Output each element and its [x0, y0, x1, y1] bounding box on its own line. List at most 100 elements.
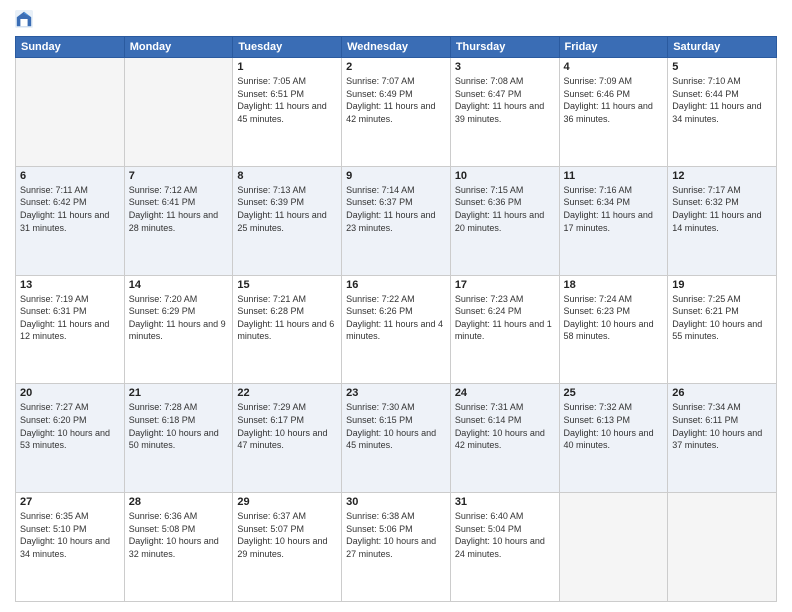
- day-number: 14: [129, 279, 229, 291]
- day-number: 11: [564, 170, 664, 182]
- day-detail: Sunrise: 7:29 AMSunset: 6:17 PMDaylight:…: [237, 401, 337, 451]
- calendar-week-row: 20 Sunrise: 7:27 AMSunset: 6:20 PMDayligh…: [16, 384, 777, 493]
- calendar-day-cell: 31 Sunrise: 6:40 AMSunset: 5:04 PMDayligh…: [450, 493, 559, 602]
- logo: [15, 10, 37, 28]
- day-number: 24: [455, 387, 555, 399]
- day-detail: Sunrise: 7:13 AMSunset: 6:39 PMDaylight:…: [237, 184, 337, 234]
- calendar-day-cell: 1Sunrise: 7:05 AMSunset: 6:51 PMDaylight…: [233, 58, 342, 167]
- day-number: 3: [455, 61, 555, 73]
- day-number: 30: [346, 496, 446, 508]
- day-detail: Sunrise: 7:12 AMSunset: 6:41 PMDaylight:…: [129, 184, 229, 234]
- calendar-day-cell: 24 Sunrise: 7:31 AMSunset: 6:14 PMDayligh…: [450, 384, 559, 493]
- day-number: 22: [237, 387, 337, 399]
- day-detail: Sunrise: 7:08 AMSunset: 6:47 PMDaylight:…: [455, 75, 555, 125]
- calendar-day-header: Tuesday: [233, 37, 342, 58]
- calendar-day-cell: 7 Sunrise: 7:12 AMSunset: 6:41 PMDaylight…: [124, 166, 233, 275]
- calendar-day-cell: 16 Sunrise: 7:22 AMSunset: 6:26 PMDayligh…: [342, 275, 451, 384]
- calendar-week-row: 13 Sunrise: 7:19 AMSunset: 6:31 PMDayligh…: [16, 275, 777, 384]
- day-detail: Sunrise: 7:32 AMSunset: 6:13 PMDaylight:…: [564, 401, 664, 451]
- calendar-day-cell: 9 Sunrise: 7:14 AMSunset: 6:37 PMDaylight…: [342, 166, 451, 275]
- day-number: 29: [237, 496, 337, 508]
- calendar-day-cell: 8Sunrise: 7:13 AMSunset: 6:39 PMDaylight…: [233, 166, 342, 275]
- day-number: 2: [346, 61, 446, 73]
- day-number: 19: [672, 279, 772, 291]
- day-detail: Sunrise: 7:22 AMSunset: 6:26 PMDaylight:…: [346, 293, 446, 343]
- day-number: 28: [129, 496, 229, 508]
- calendar-week-row: 27 Sunrise: 6:35 AMSunset: 5:10 PMDayligh…: [16, 493, 777, 602]
- calendar-day-cell: 20 Sunrise: 7:27 AMSunset: 6:20 PMDayligh…: [16, 384, 125, 493]
- day-number: 26: [672, 387, 772, 399]
- calendar-day-cell: 25Sunrise: 7:32 AMSunset: 6:13 PMDayligh…: [559, 384, 668, 493]
- day-detail: Sunrise: 7:10 AMSunset: 6:44 PMDaylight:…: [672, 75, 772, 125]
- day-detail: Sunrise: 7:11 AMSunset: 6:42 PMDaylight:…: [20, 184, 120, 234]
- calendar-day-cell: 5 Sunrise: 7:10 AMSunset: 6:44 PMDaylight…: [668, 58, 777, 167]
- day-detail: Sunrise: 6:38 AMSunset: 5:06 PMDaylight:…: [346, 510, 446, 560]
- day-detail: Sunrise: 7:19 AMSunset: 6:31 PMDaylight:…: [20, 293, 120, 343]
- day-number: 9: [346, 170, 446, 182]
- calendar-day-cell: 30 Sunrise: 6:38 AMSunset: 5:06 PMDayligh…: [342, 493, 451, 602]
- calendar-day-cell: [16, 58, 125, 167]
- calendar-day-cell: [559, 493, 668, 602]
- calendar-week-row: 6 Sunrise: 7:11 AMSunset: 6:42 PMDaylight…: [16, 166, 777, 275]
- day-detail: Sunrise: 6:40 AMSunset: 5:04 PMDaylight:…: [455, 510, 555, 560]
- day-detail: Sunrise: 6:36 AMSunset: 5:08 PMDaylight:…: [129, 510, 229, 560]
- day-number: 12: [672, 170, 772, 182]
- calendar-day-cell: 6 Sunrise: 7:11 AMSunset: 6:42 PMDaylight…: [16, 166, 125, 275]
- calendar-day-header: Thursday: [450, 37, 559, 58]
- day-number: 10: [455, 170, 555, 182]
- day-detail: Sunrise: 7:16 AMSunset: 6:34 PMDaylight:…: [564, 184, 664, 234]
- day-detail: Sunrise: 7:14 AMSunset: 6:37 PMDaylight:…: [346, 184, 446, 234]
- day-detail: Sunrise: 7:15 AMSunset: 6:36 PMDaylight:…: [455, 184, 555, 234]
- calendar-day-cell: 11 Sunrise: 7:16 AMSunset: 6:34 PMDayligh…: [559, 166, 668, 275]
- calendar-day-cell: 10 Sunrise: 7:15 AMSunset: 6:36 PMDayligh…: [450, 166, 559, 275]
- day-number: 4: [564, 61, 664, 73]
- day-number: 15: [237, 279, 337, 291]
- day-detail: Sunrise: 7:31 AMSunset: 6:14 PMDaylight:…: [455, 401, 555, 451]
- day-number: 6: [20, 170, 120, 182]
- day-detail: Sunrise: 7:34 AMSunset: 6:11 PMDaylight:…: [672, 401, 772, 451]
- day-detail: Sunrise: 7:28 AMSunset: 6:18 PMDaylight:…: [129, 401, 229, 451]
- calendar-day-cell: 3 Sunrise: 7:08 AMSunset: 6:47 PMDaylight…: [450, 58, 559, 167]
- day-detail: Sunrise: 7:09 AMSunset: 6:46 PMDaylight:…: [564, 75, 664, 125]
- calendar-day-cell: 18 Sunrise: 7:24 AMSunset: 6:23 PMDayligh…: [559, 275, 668, 384]
- day-number: 18: [564, 279, 664, 291]
- calendar-day-cell: 12 Sunrise: 7:17 AMSunset: 6:32 PMDayligh…: [668, 166, 777, 275]
- day-number: 7: [129, 170, 229, 182]
- day-detail: Sunrise: 6:37 AMSunset: 5:07 PMDaylight:…: [237, 510, 337, 560]
- calendar-day-cell: 23 Sunrise: 7:30 AMSunset: 6:15 PMDayligh…: [342, 384, 451, 493]
- day-detail: Sunrise: 7:27 AMSunset: 6:20 PMDaylight:…: [20, 401, 120, 451]
- day-number: 5: [672, 61, 772, 73]
- calendar-day-header: Monday: [124, 37, 233, 58]
- header: [15, 10, 777, 28]
- calendar-day-cell: 27 Sunrise: 6:35 AMSunset: 5:10 PMDayligh…: [16, 493, 125, 602]
- calendar-day-header: Friday: [559, 37, 668, 58]
- calendar-day-cell: 26 Sunrise: 7:34 AMSunset: 6:11 PMDayligh…: [668, 384, 777, 493]
- day-number: 13: [20, 279, 120, 291]
- day-number: 31: [455, 496, 555, 508]
- day-number: 20: [20, 387, 120, 399]
- day-number: 23: [346, 387, 446, 399]
- page: SundayMondayTuesdayWednesdayThursdayFrid…: [0, 0, 792, 612]
- day-detail: Sunrise: 7:07 AMSunset: 6:49 PMDaylight:…: [346, 75, 446, 125]
- day-detail: Sunrise: 6:35 AMSunset: 5:10 PMDaylight:…: [20, 510, 120, 560]
- day-number: 1: [237, 61, 337, 73]
- day-number: 16: [346, 279, 446, 291]
- calendar-day-cell: 21Sunrise: 7:28 AMSunset: 6:18 PMDayligh…: [124, 384, 233, 493]
- logo-icon: [15, 10, 33, 28]
- calendar-header-row: SundayMondayTuesdayWednesdayThursdayFrid…: [16, 37, 777, 58]
- calendar-day-header: Saturday: [668, 37, 777, 58]
- day-detail: Sunrise: 7:20 AMSunset: 6:29 PMDaylight:…: [129, 293, 229, 343]
- calendar-table: SundayMondayTuesdayWednesdayThursdayFrid…: [15, 36, 777, 602]
- calendar-day-cell: 19 Sunrise: 7:25 AMSunset: 6:21 PMDayligh…: [668, 275, 777, 384]
- calendar-day-header: Sunday: [16, 37, 125, 58]
- day-detail: Sunrise: 7:25 AMSunset: 6:21 PMDaylight:…: [672, 293, 772, 343]
- calendar-day-cell: 13 Sunrise: 7:19 AMSunset: 6:31 PMDayligh…: [16, 275, 125, 384]
- day-detail: Sunrise: 7:24 AMSunset: 6:23 PMDaylight:…: [564, 293, 664, 343]
- day-number: 27: [20, 496, 120, 508]
- day-detail: Sunrise: 7:23 AMSunset: 6:24 PMDaylight:…: [455, 293, 555, 343]
- calendar-day-cell: 17Sunrise: 7:23 AMSunset: 6:24 PMDayligh…: [450, 275, 559, 384]
- day-detail: Sunrise: 7:30 AMSunset: 6:15 PMDaylight:…: [346, 401, 446, 451]
- day-detail: Sunrise: 7:17 AMSunset: 6:32 PMDaylight:…: [672, 184, 772, 234]
- calendar-week-row: 1Sunrise: 7:05 AMSunset: 6:51 PMDaylight…: [16, 58, 777, 167]
- calendar-day-cell: 29 Sunrise: 6:37 AMSunset: 5:07 PMDayligh…: [233, 493, 342, 602]
